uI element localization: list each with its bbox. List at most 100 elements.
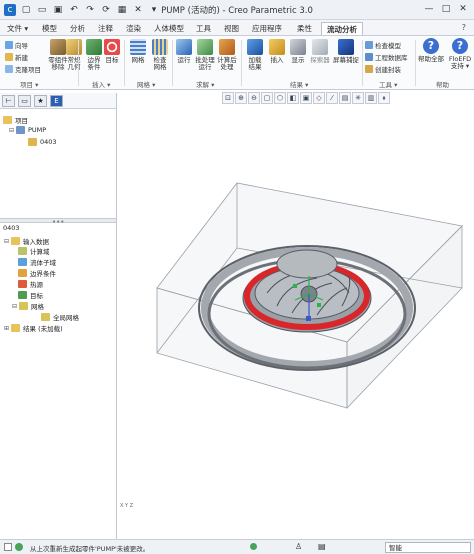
tab-applications[interactable]: 应用程序: [247, 22, 287, 35]
screen-capture-button[interactable]: 屏幕捕捉: [332, 39, 360, 64]
explorer-button[interactable]: 探索器: [309, 39, 331, 64]
wizard-icon: [5, 41, 13, 49]
status-message: 从上次重新生成起零件'PUMP'未被更改。: [30, 545, 150, 553]
project-icon: [3, 116, 12, 124]
repaint-icon[interactable]: ▢: [261, 92, 273, 104]
selection-filter-dropdown[interactable]: 智能: [385, 542, 471, 553]
status-toggle-icon[interactable]: [4, 543, 12, 551]
tree-item-goals[interactable]: 目标: [18, 290, 43, 300]
minimize-icon[interactable]: —: [422, 3, 436, 15]
tab-manikin[interactable]: 人体模型: [149, 22, 189, 35]
regen-status-icon[interactable]: [250, 543, 257, 550]
help-question-icon[interactable]: ?: [462, 23, 466, 32]
create-package-button[interactable]: 创建封装: [365, 64, 401, 74]
create-package-icon: [365, 65, 373, 73]
tree-root-project[interactable]: 项目: [3, 115, 28, 125]
tree-item-global-mesh[interactable]: 全局网格: [41, 312, 79, 322]
collapse-icon[interactable]: ⊟: [4, 238, 11, 245]
favorites-icon[interactable]: ★: [34, 94, 47, 107]
close-icon[interactable]: ✕: [456, 3, 470, 15]
tree-item-input-data[interactable]: ⊟ 输入数据: [4, 236, 49, 246]
new-project-icon: [5, 53, 13, 61]
collapse-icon[interactable]: ⊟: [12, 303, 19, 310]
window-controls: — □ ✕: [419, 3, 470, 15]
zoom-in-icon[interactable]: ⊕: [235, 92, 247, 104]
expand-icon[interactable]: ⊞: [4, 325, 11, 332]
goals-icon: [104, 39, 120, 55]
new-project-button[interactable]: 新建: [5, 52, 28, 62]
group-label-insert[interactable]: 插入 ▾: [92, 79, 110, 89]
group-label-solve[interactable]: 求解 ▾: [196, 79, 214, 89]
help-all-button[interactable]: ? 帮助全部: [417, 38, 445, 63]
select-person-icon[interactable]: ♙: [295, 542, 302, 551]
check-mesh-button[interactable]: 检查 网格: [148, 39, 172, 71]
folder-icon: [11, 237, 20, 245]
flow-tree-header: 0403: [3, 224, 20, 232]
group-separator: [241, 40, 242, 86]
tab-model[interactable]: 模型: [37, 22, 62, 35]
help-icon: ?: [423, 38, 439, 54]
tree-item-heat-sources[interactable]: 热源: [18, 279, 43, 289]
group-label-tools[interactable]: 工具 ▾: [379, 79, 397, 89]
tab-render[interactable]: 渲染: [121, 22, 146, 35]
annotation-display-icon[interactable]: ▤: [339, 92, 351, 104]
post-processing-button[interactable]: 计算后 处理: [214, 39, 240, 71]
coordinate-indicator: X Y Z: [120, 503, 134, 509]
tree-item-boundary-conditions[interactable]: 边界条件: [18, 268, 56, 278]
status-ok-icon: [15, 543, 23, 551]
run-button[interactable]: 运行: [173, 39, 195, 64]
zoom-out-icon[interactable]: ⊖: [248, 92, 260, 104]
panel-splitter[interactable]: •••: [0, 218, 116, 226]
group-separator: [415, 40, 416, 86]
group-label-mesh[interactable]: 网格 ▾: [137, 79, 155, 89]
view-manager-icon[interactable]: ▣: [300, 92, 312, 104]
mesh-icon: [130, 39, 146, 55]
wizard-button[interactable]: 向导: [5, 40, 28, 50]
collapse-icon[interactable]: ⊟: [9, 127, 16, 134]
heat-source-icon: [18, 280, 27, 288]
pause-icon[interactable]: ⏸: [378, 92, 390, 104]
mesh-button[interactable]: 网格: [127, 39, 149, 64]
insert-button[interactable]: 插入: [267, 39, 287, 64]
tree-item-results[interactable]: ⊞ 结果 (未加载): [4, 323, 63, 333]
display-style-icon[interactable]: ◧: [287, 92, 299, 104]
tree-item-computational-domain[interactable]: 计算域: [18, 246, 50, 256]
group-label-project[interactable]: 项目 ▾: [20, 79, 38, 89]
flow-display-icon[interactable]: ▥: [365, 92, 377, 104]
tab-tools[interactable]: 工具: [191, 22, 216, 35]
tree-item-fluid-subdomain[interactable]: 流体子域: [18, 257, 56, 267]
floefd-support-button[interactable]: ? FloEFD 支持 ▾: [446, 38, 474, 70]
tree-item-config-0403[interactable]: 0403: [28, 138, 57, 146]
clone-project-button[interactable]: 克隆项目: [5, 64, 41, 74]
datum-display-icon[interactable]: ⁄: [326, 92, 338, 104]
check-model-button[interactable]: 检查模型: [365, 40, 401, 50]
engineering-database-button[interactable]: 工程数据库: [365, 52, 408, 62]
tree-item-mesh[interactable]: ⊟ 网格: [12, 301, 44, 311]
tab-annotate[interactable]: 注释: [93, 22, 118, 35]
tree-item-pump[interactable]: ⊟ PUMP: [9, 126, 46, 134]
tab-flow-analysis[interactable]: 流动分析: [321, 22, 363, 35]
general-geometry-icon: [66, 39, 82, 55]
engineering-database-icon: [365, 53, 373, 61]
load-results-button[interactable]: 加载 结果: [243, 39, 267, 71]
status-bar: 从上次重新生成起零件'PUMP'未被更改。 ♙ ▤ 智能: [0, 539, 474, 554]
model-tree-icon[interactable]: ⊢: [2, 94, 15, 107]
support-icon: ?: [452, 38, 468, 54]
display-button[interactable]: 显示: [288, 39, 308, 64]
tab-view[interactable]: 视图: [219, 22, 244, 35]
folder-browser-icon[interactable]: ▭: [18, 94, 31, 107]
spin-center-icon[interactable]: ✳: [352, 92, 364, 104]
graphics-viewport[interactable]: [117, 108, 474, 538]
goals-button[interactable]: 目标: [101, 39, 123, 64]
flow-analysis-tree-icon[interactable]: E: [50, 94, 63, 107]
perspective-view-icon[interactable]: ◇: [313, 92, 325, 104]
part-icon: [16, 126, 25, 134]
tab-flexible[interactable]: 柔性: [292, 22, 317, 35]
refit-icon[interactable]: ⊡: [222, 92, 234, 104]
group-label-results[interactable]: 结果 ▾: [290, 79, 308, 89]
tab-analysis[interactable]: 分析: [65, 22, 90, 35]
tab-file[interactable]: 文件 ▾: [2, 22, 33, 35]
saved-orientations-icon[interactable]: ⬡: [274, 92, 286, 104]
selection-filter-icon[interactable]: ▤: [318, 542, 326, 551]
maximize-icon[interactable]: □: [439, 3, 453, 15]
